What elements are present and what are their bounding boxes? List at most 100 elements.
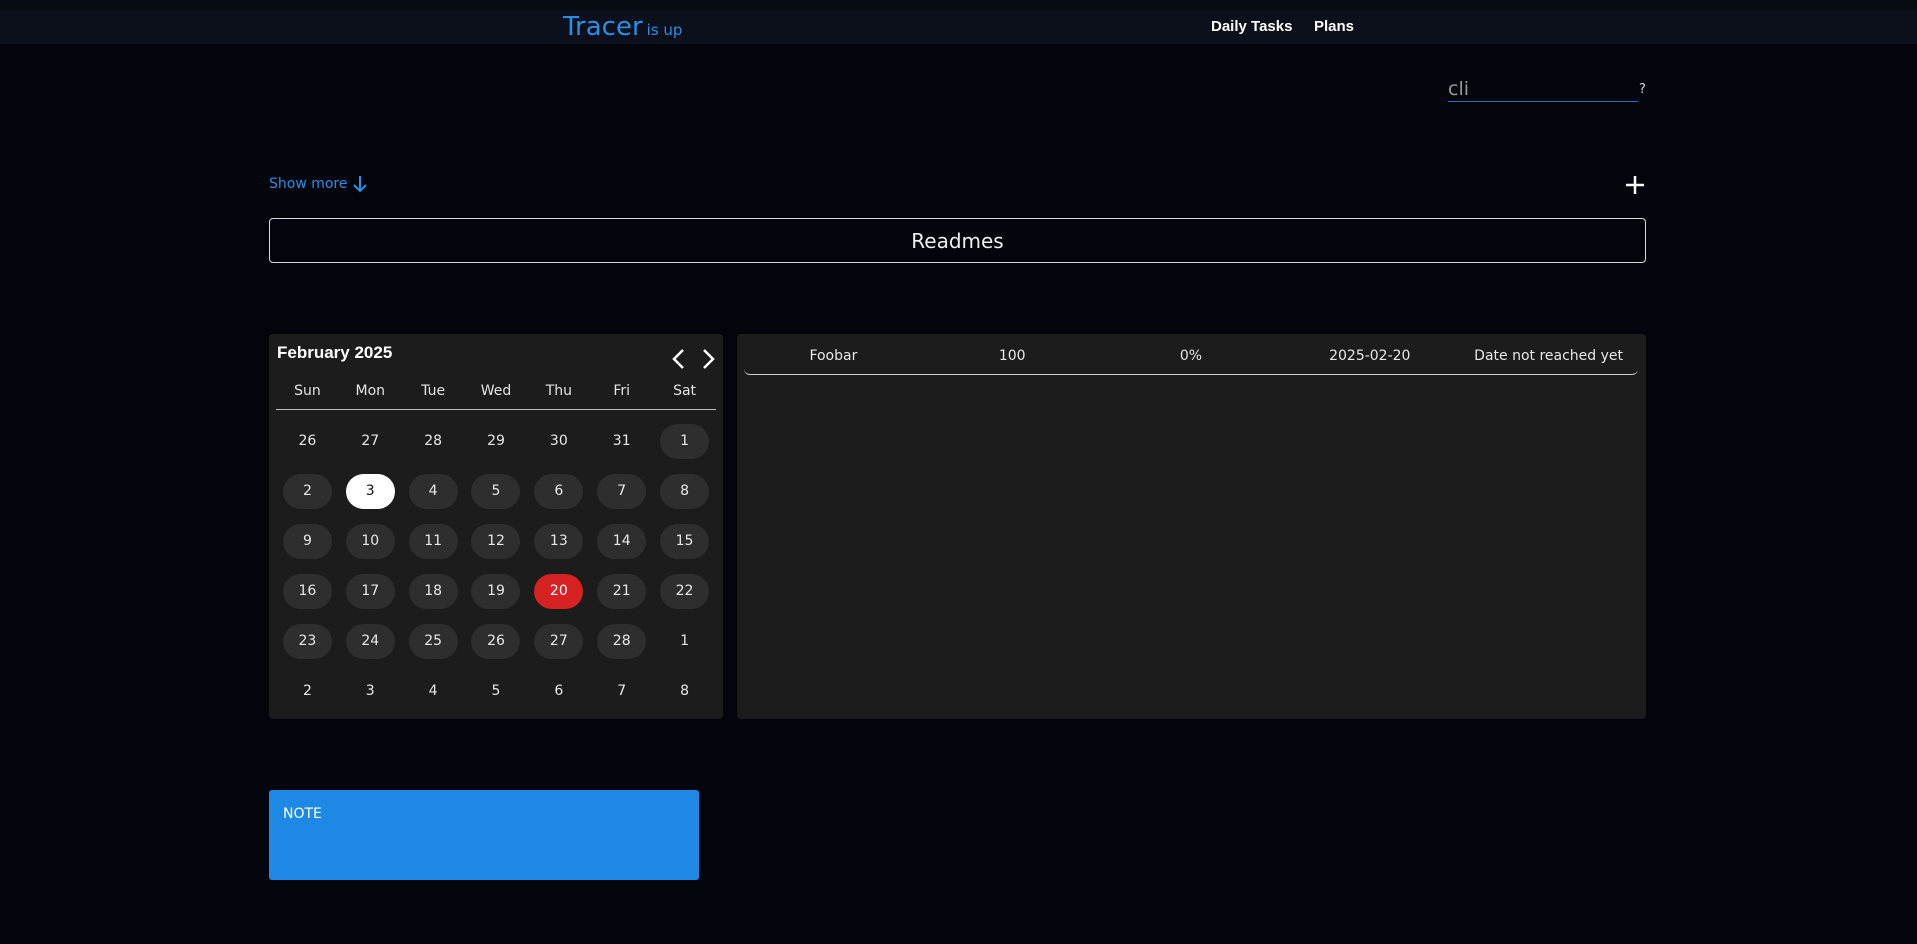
cli-input[interactable] — [1448, 77, 1638, 102]
day-label[interactable]: 27 — [534, 623, 584, 659]
nav-plans[interactable]: Plans — [1314, 18, 1354, 35]
day-label[interactable]: 16 — [282, 573, 332, 609]
day-label[interactable]: 28 — [597, 623, 647, 659]
calendar-day[interactable]: 7 — [590, 466, 653, 516]
day-label[interactable]: 18 — [408, 573, 458, 609]
weekday-sat: Sat — [673, 383, 697, 399]
day-label[interactable]: 8 — [660, 473, 710, 509]
calendar-day[interactable]: 25 — [402, 616, 465, 666]
calendar-day-deadline[interactable]: 20 — [527, 566, 590, 616]
day-label[interactable]: 22 — [660, 573, 710, 609]
plus-icon[interactable] — [1624, 174, 1646, 196]
calendar-day[interactable]: 17 — [339, 566, 402, 616]
day-label[interactable]: 31 — [597, 424, 646, 459]
calendar-day-other-month[interactable]: 26 — [276, 416, 339, 466]
calendar-day-other-month[interactable]: 5 — [465, 666, 528, 716]
day-label[interactable]: 10 — [345, 523, 395, 559]
day-label[interactable]: 3 — [346, 674, 395, 709]
calendar-day[interactable]: 26 — [465, 616, 528, 666]
app-brand[interactable]: Tracer is up — [563, 12, 682, 45]
day-label[interactable]: 11 — [408, 523, 458, 559]
calendar-day[interactable]: 14 — [590, 516, 653, 566]
day-label[interactable]: 24 — [345, 623, 395, 659]
chevron-left-icon[interactable] — [669, 348, 689, 370]
weekday-tue: Tue — [421, 383, 446, 399]
calendar-day[interactable]: 27 — [527, 616, 590, 666]
table-row[interactable]: Foobar 100 0% 2025-02-20 Date not reache… — [744, 346, 1638, 375]
calendar-day-other-month[interactable]: 2 — [276, 666, 339, 716]
day-label[interactable]: 12 — [471, 523, 521, 559]
day-label[interactable]: 3 — [345, 473, 395, 509]
day-label[interactable]: 20 — [534, 573, 584, 609]
calendar-day-other-month[interactable]: 29 — [465, 416, 528, 466]
day-label[interactable]: 1 — [660, 423, 710, 459]
calendar-day-other-month[interactable]: 28 — [402, 416, 465, 466]
day-label[interactable]: 13 — [534, 523, 584, 559]
task-status: Date not reached yet — [1474, 348, 1624, 364]
calendar-day[interactable]: 10 — [339, 516, 402, 566]
calendar-day-other-month[interactable]: 30 — [527, 416, 590, 466]
calendar-day[interactable]: 19 — [465, 566, 528, 616]
calendar-day[interactable]: 6 — [527, 466, 590, 516]
cli-help-link[interactable]: ? — [1639, 82, 1646, 97]
day-label[interactable]: 5 — [471, 473, 521, 509]
calendar-day[interactable]: 21 — [590, 566, 653, 616]
calendar-day-other-month[interactable]: 31 — [590, 416, 653, 466]
calendar-day[interactable]: 9 — [276, 516, 339, 566]
calendar-day[interactable]: 12 — [465, 516, 528, 566]
calendar-day[interactable]: 28 — [590, 616, 653, 666]
day-label[interactable]: 6 — [534, 674, 583, 709]
calendar-day[interactable]: 8 — [653, 466, 716, 516]
day-label[interactable]: 25 — [408, 623, 458, 659]
calendar-day[interactable]: 13 — [527, 516, 590, 566]
calendar-day[interactable]: 2 — [276, 466, 339, 516]
calendar-day[interactable]: 1 — [653, 416, 716, 466]
day-label[interactable]: 2 — [283, 674, 332, 709]
show-more-button[interactable]: Show more — [269, 175, 368, 193]
calendar-day[interactable]: 24 — [339, 616, 402, 666]
day-label[interactable]: 29 — [471, 424, 520, 459]
day-label[interactable]: 19 — [471, 573, 521, 609]
day-label[interactable]: 4 — [408, 473, 458, 509]
calendar-day[interactable]: 22 — [653, 566, 716, 616]
note-card[interactable]: NOTE — [269, 790, 699, 880]
calendar-day-other-month[interactable]: 3 — [339, 666, 402, 716]
day-label[interactable]: 17 — [345, 573, 395, 609]
calendar-day-other-month[interactable]: 27 — [339, 416, 402, 466]
day-label[interactable]: 6 — [534, 473, 584, 509]
day-label[interactable]: 14 — [597, 523, 647, 559]
day-label[interactable]: 7 — [597, 473, 647, 509]
calendar-day[interactable]: 18 — [402, 566, 465, 616]
server-status: is up — [646, 21, 683, 39]
calendar-day-other-month[interactable]: 6 — [527, 666, 590, 716]
readmes-button[interactable]: Readmes — [269, 218, 1646, 263]
day-label[interactable]: 9 — [282, 523, 332, 559]
nav-daily-tasks[interactable]: Daily Tasks — [1211, 18, 1292, 35]
calendar-day-other-month[interactable]: 7 — [590, 666, 653, 716]
calendar-day[interactable]: 4 — [402, 466, 465, 516]
calendar-day[interactable]: 15 — [653, 516, 716, 566]
day-label[interactable]: 1 — [660, 624, 709, 659]
day-label[interactable]: 26 — [283, 424, 332, 459]
calendar-day[interactable]: 23 — [276, 616, 339, 666]
day-label[interactable]: 30 — [534, 424, 583, 459]
calendar-day[interactable]: 11 — [402, 516, 465, 566]
day-label[interactable]: 27 — [346, 424, 395, 459]
day-label[interactable]: 7 — [597, 674, 646, 709]
day-label[interactable]: 5 — [471, 674, 520, 709]
calendar-day[interactable]: 16 — [276, 566, 339, 616]
day-label[interactable]: 28 — [409, 424, 458, 459]
calendar-day[interactable]: 5 — [465, 466, 528, 516]
day-label[interactable]: 8 — [660, 674, 709, 709]
day-label[interactable]: 2 — [282, 473, 332, 509]
day-label[interactable]: 15 — [660, 523, 710, 559]
chevron-right-icon[interactable] — [698, 348, 718, 370]
calendar-day-selected[interactable]: 3 — [339, 466, 402, 516]
day-label[interactable]: 4 — [409, 674, 458, 709]
calendar-day-other-month[interactable]: 1 — [653, 616, 716, 666]
day-label[interactable]: 26 — [471, 623, 521, 659]
calendar-day-other-month[interactable]: 8 — [653, 666, 716, 716]
calendar-day-other-month[interactable]: 4 — [402, 666, 465, 716]
day-label[interactable]: 21 — [597, 573, 647, 609]
day-label[interactable]: 23 — [282, 623, 332, 659]
